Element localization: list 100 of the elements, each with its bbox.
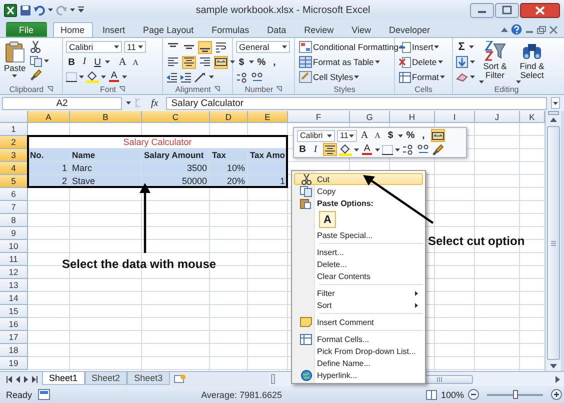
bold-button[interactable]: B: [66, 56, 77, 68]
grow-font-button[interactable]: A: [117, 56, 128, 68]
row-header[interactable]: 2: [0, 136, 28, 149]
row-header[interactable]: 6: [0, 188, 28, 201]
zoom-out-icon[interactable]: [468, 389, 480, 400]
currency-button[interactable]: $: [236, 56, 247, 68]
column-header[interactable]: F: [288, 111, 350, 123]
underline-button[interactable]: U: [92, 56, 103, 68]
alignment-button[interactable]: [214, 56, 228, 68]
menu-item[interactable]: Filter: [294, 287, 423, 299]
caret-icon[interactable]: [230, 60, 235, 64]
caret-icon[interactable]: [327, 134, 332, 138]
caret-icon[interactable]: [12, 74, 18, 78]
menu-item[interactable]: Insert Comment: [294, 316, 423, 328]
caret-icon[interactable]: [398, 134, 403, 138]
row-header[interactable]: 13: [0, 279, 28, 292]
name-box[interactable]: A2: [2, 96, 122, 110]
next-sheet-icon[interactable]: [23, 376, 29, 382]
font-color-button[interactable]: A: [108, 70, 120, 84]
record-macro-icon[interactable]: [38, 389, 50, 400]
fill-down-icon[interactable]: [456, 56, 468, 68]
menu-item[interactable]: Define Name...: [294, 357, 423, 369]
row-header[interactable]: 8: [0, 214, 28, 227]
restore-workbook-icon[interactable]: [537, 26, 546, 34]
caret-icon[interactable]: [44, 59, 49, 63]
first-sheet-icon[interactable]: [6, 376, 13, 382]
caret-icon[interactable]: [138, 45, 143, 49]
find-select-button[interactable]: Find & Select: [515, 40, 549, 85]
caret-icon[interactable]: [126, 101, 131, 105]
column-header[interactable]: I: [435, 111, 475, 123]
caret-icon[interactable]: [375, 148, 380, 152]
ribbon-tab[interactable]: View: [344, 22, 379, 37]
dialog-launcher-icon[interactable]: [119, 86, 125, 92]
caret-icon[interactable]: [516, 80, 521, 84]
row-header[interactable]: 17: [0, 331, 28, 344]
currency-button[interactable]: $: [385, 129, 396, 142]
sheet-tab[interactable]: Sheet1: [42, 372, 85, 385]
column-header[interactable]: B: [70, 111, 142, 123]
caret-icon[interactable]: [434, 45, 440, 49]
increase-indent-icon[interactable]: [180, 72, 192, 82]
font-size-dropdown[interactable]: 11: [337, 130, 357, 142]
last-sheet-icon[interactable]: [31, 376, 38, 382]
menu-item[interactable]: Insert...: [294, 246, 423, 258]
ribbon-tab[interactable]: Home: [52, 22, 93, 37]
ribbon-tab[interactable]: Page Layout: [135, 22, 202, 37]
caret-icon[interactable]: [354, 148, 359, 152]
center-button[interactable]: [323, 143, 337, 156]
column-header[interactable]: K: [520, 111, 545, 123]
row-header[interactable]: 10: [0, 240, 28, 253]
column-header[interactable]: J: [475, 111, 520, 123]
scissors-icon[interactable]: [30, 41, 41, 53]
decrease-decimal-icon[interactable]: [417, 144, 430, 155]
menu-item[interactable]: Format Cells...: [294, 333, 423, 345]
row-header[interactable]: 18: [0, 344, 28, 357]
dialog-launcher-icon[interactable]: [46, 86, 53, 92]
ribbon-tab[interactable]: Review: [296, 22, 342, 37]
expand-formula-bar-icon[interactable]: [551, 97, 560, 109]
caret-icon[interactable]: [349, 134, 354, 138]
collapse-ribbon-icon[interactable]: [501, 27, 508, 32]
row-header[interactable]: 15: [0, 305, 28, 318]
scrollbar-thumb[interactable]: [547, 126, 560, 360]
borders-icon[interactable]: [382, 144, 393, 154]
caret-icon[interactable]: [470, 60, 475, 64]
help-icon[interactable]: [511, 24, 522, 35]
shrink-font-button[interactable]: A: [372, 129, 383, 142]
alignment-button[interactable]: [198, 40, 212, 54]
caret-icon[interactable]: [282, 45, 287, 49]
split-handle-icon[interactable]: [271, 374, 275, 384]
font-name-dropdown[interactable]: Calibri: [66, 41, 122, 53]
caret-icon[interactable]: [469, 45, 474, 49]
font-color-button[interactable]: A: [361, 143, 373, 156]
dialog-launcher-icon[interactable]: [276, 86, 282, 92]
scroll-up-icon[interactable]: [548, 115, 559, 124]
caret-icon[interactable]: [101, 75, 106, 79]
scroll-right-icon[interactable]: [553, 374, 562, 384]
row-header[interactable]: 14: [0, 292, 28, 305]
decrease-decimal-icon[interactable]: [251, 72, 264, 82]
formula-input[interactable]: Salary Calculator: [166, 96, 547, 110]
menu-item[interactable]: Cut: [294, 173, 423, 185]
font-size-dropdown[interactable]: 11: [124, 41, 146, 53]
menu-item[interactable]: Pick From Drop-down List...: [294, 345, 423, 357]
page-break-view-icon[interactable]: [426, 390, 437, 400]
decrease-indent-icon[interactable]: [166, 72, 178, 82]
caret-icon[interactable]: [249, 60, 254, 64]
alignment-button[interactable]: [198, 56, 212, 68]
cells-menu-button[interactable]: Format: [398, 70, 446, 84]
format-painter-icon[interactable]: [30, 69, 42, 81]
cells-menu-button[interactable]: Delete: [398, 55, 446, 69]
ribbon-tab[interactable]: Insert: [94, 22, 134, 37]
alignment-button[interactable]: [166, 56, 180, 68]
caret-icon[interactable]: [79, 75, 84, 79]
column-header[interactable]: H: [390, 111, 435, 123]
column-header[interactable]: A: [28, 111, 70, 123]
fill-color-icon[interactable]: [339, 144, 352, 156]
number-format-dropdown[interactable]: General: [236, 41, 290, 53]
row-header[interactable]: 9: [0, 227, 28, 240]
borders-icon[interactable]: [66, 72, 77, 82]
caret-icon[interactable]: [354, 75, 360, 79]
grow-font-button[interactable]: A: [359, 129, 370, 142]
split-handle-icon[interactable]: [548, 111, 559, 115]
